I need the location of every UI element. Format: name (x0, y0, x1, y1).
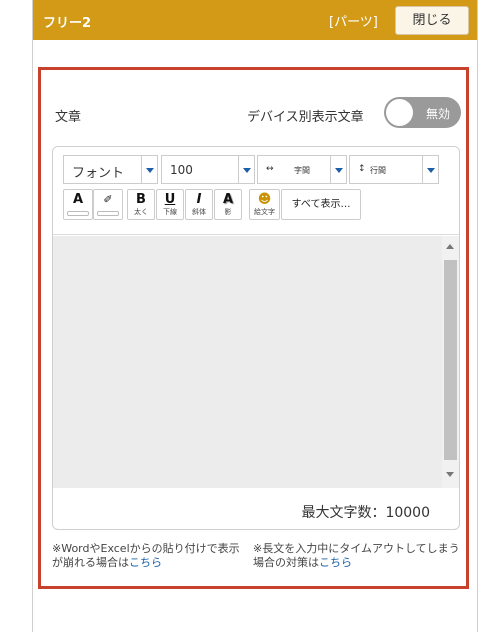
panel-title: フリー2 (43, 16, 92, 31)
shadow-button[interactable]: A 影 (214, 189, 242, 220)
bold-button[interactable]: B 太く (127, 189, 155, 220)
vertical-scrollbar[interactable] (442, 236, 459, 488)
device-text-toggle[interactable]: 無効 (384, 97, 461, 128)
underline-label: 下線 (163, 208, 177, 216)
rich-text-editor: フォント 100 ↔ 字間 ↕ 行間 A ✐ B 太く U 下線 I 斜体 A … (52, 146, 460, 530)
marker-icon: ✐ (103, 193, 113, 206)
text-input-area[interactable] (53, 236, 459, 488)
horizontal-arrows-icon: ↔ (266, 164, 274, 174)
paste-help-link[interactable]: こちら (129, 556, 162, 569)
highlight-color-swatch (97, 211, 119, 216)
emoji-button[interactable]: ☻ 絵文字 (249, 189, 280, 220)
shadow-label: 影 (224, 208, 232, 216)
size-select[interactable]: 100 (161, 155, 255, 184)
letter-spacing-label: 字間 (294, 166, 310, 175)
bold-label: 太く (134, 208, 148, 216)
scroll-down-icon[interactable] (446, 472, 454, 477)
editor-toolbar: フォント 100 ↔ 字間 ↕ 行間 A ✐ B 太く U 下線 I 斜体 A … (53, 147, 459, 235)
text-color-icon: A (72, 192, 84, 207)
device-text-label: デバイス別表示文章 (247, 110, 364, 125)
chevron-down-icon[interactable] (141, 156, 157, 183)
font-select-value: フォント (72, 166, 125, 181)
font-select[interactable]: フォント (63, 155, 158, 184)
panel-header: フリー2 [パーツ] 閉じる (33, 0, 477, 40)
show-all-label: すべて表示… (291, 199, 351, 210)
text-field-frame: 文章 デバイス別表示文章 無効 フォント 100 ↔ 字間 ↕ 行間 A ✐ B… (38, 67, 469, 589)
toggle-knob[interactable] (386, 99, 413, 126)
line-spacing-select[interactable]: ↕ 行間 (349, 155, 439, 184)
timeout-help-link[interactable]: こちら (319, 556, 352, 569)
line-spacing-label: 行間 (370, 166, 386, 175)
timeout-help-note: ※長文を入力中にタイムアウトしてしまう場合の対策はこちら (253, 542, 463, 570)
underline-button[interactable]: U 下線 (156, 189, 184, 220)
italic-label: 斜体 (192, 208, 206, 216)
size-select-value: 100 (170, 163, 193, 177)
parts-panel: フリー2 [パーツ] 閉じる 文章 デバイス別表示文章 無効 フォント 100 … (32, 0, 478, 632)
chevron-down-icon[interactable] (330, 156, 346, 183)
italic-icon: I (196, 192, 202, 207)
scroll-thumb[interactable] (444, 260, 457, 460)
underline-icon: U (164, 192, 176, 207)
highlight-color-button[interactable]: ✐ (93, 189, 123, 220)
paste-help-note: ※WordやExcelからの貼り付けで表示が崩れる場合はこちら (52, 542, 248, 570)
italic-button[interactable]: I 斜体 (185, 189, 213, 220)
show-all-button[interactable]: すべて表示… (281, 189, 361, 220)
text-color-swatch (67, 211, 89, 216)
vertical-arrows-icon: ↕ (358, 164, 366, 174)
emoji-label: 絵文字 (254, 208, 275, 216)
chevron-down-icon[interactable] (238, 156, 254, 183)
scroll-up-icon[interactable] (446, 244, 454, 249)
chevron-down-icon[interactable] (422, 156, 438, 183)
letter-spacing-select[interactable]: ↔ 字間 (257, 155, 347, 184)
toggle-state: 無効 (426, 107, 451, 121)
timeout-help-text: ※長文を入力中にタイムアウトしてしまう場合の対策は (253, 542, 460, 569)
bold-icon: B (136, 192, 146, 207)
text-color-button[interactable]: A (63, 189, 93, 220)
field-label: 文章 (55, 110, 82, 125)
smiley-icon: ☻ (257, 192, 272, 207)
parts-label: [パーツ] (329, 15, 378, 30)
max-char-count: 最大文字数：10000 (301, 505, 430, 521)
shadow-icon: A (222, 192, 234, 207)
close-button[interactable]: 閉じる (395, 6, 469, 35)
